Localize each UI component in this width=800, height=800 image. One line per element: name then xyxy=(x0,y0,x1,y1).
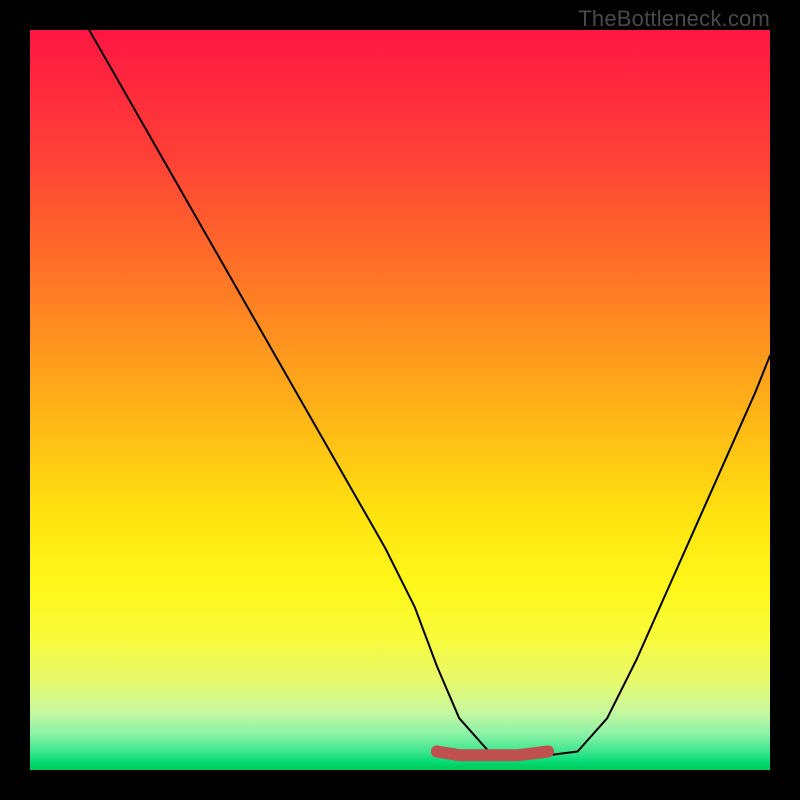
bottleneck-curve-line xyxy=(89,30,770,755)
plot-area xyxy=(30,30,770,770)
chart-svg xyxy=(30,30,770,770)
optimal-range-band xyxy=(437,752,548,756)
optimal-range-dot-right xyxy=(542,746,554,758)
optimal-range-dot-left xyxy=(431,746,443,758)
watermark-text: TheBottleneck.com xyxy=(578,6,770,32)
chart-container: TheBottleneck.com xyxy=(0,0,800,800)
